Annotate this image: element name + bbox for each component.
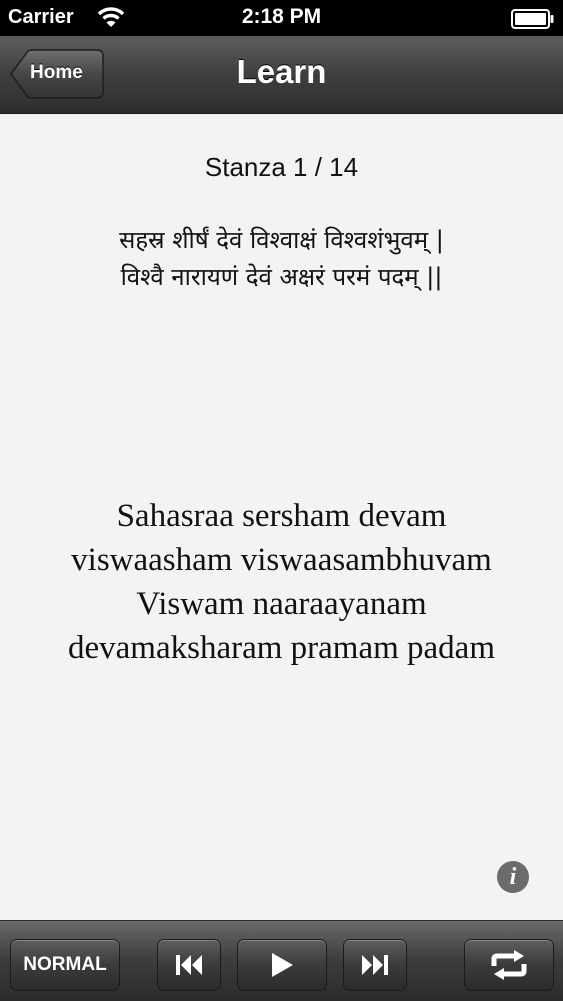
playback-toolbar: NORMAL bbox=[0, 920, 563, 1001]
page-title: Learn bbox=[236, 53, 327, 90]
battery-icon bbox=[511, 9, 555, 29]
play-button[interactable] bbox=[237, 939, 327, 991]
mode-button-label: NORMAL bbox=[23, 954, 107, 975]
skip-forward-icon bbox=[362, 955, 388, 975]
sanskrit-line: विश्वै नारायणं देवं अक्षरं परमं पदम् || bbox=[120, 263, 443, 291]
sanskrit-line: सहस्र शीर्षं देवं विश्वाक्षं विश्वशंभुवम… bbox=[119, 226, 444, 254]
sanskrit-verse: सहस्र शीर्षं देवं विश्वाक्षं विश्वशंभुवम… bbox=[0, 222, 563, 296]
previous-stanza-button[interactable] bbox=[157, 939, 221, 991]
stanza-counter: Stanza 1 / 14 bbox=[204, 152, 359, 182]
navigation-bar: Home Learn bbox=[0, 36, 563, 114]
repeat-button[interactable] bbox=[464, 939, 554, 991]
transliteration-line: Sahasraa sersham devam bbox=[116, 498, 447, 534]
transliteration-line: viswaasham viswaasambhuvam bbox=[71, 542, 492, 578]
repeat-icon bbox=[491, 950, 527, 980]
status-bar: Carrier 2:18 PM bbox=[0, 0, 563, 36]
play-icon bbox=[272, 953, 293, 977]
next-stanza-button[interactable] bbox=[343, 939, 407, 991]
info-icon[interactable]: i bbox=[497, 861, 529, 893]
transliteration-verse: Sahasraa sersham devam viswaasham viswaa… bbox=[0, 494, 563, 670]
status-time: 2:18 PM bbox=[241, 5, 322, 28]
stanza-view: Stanza 1 / 14 सहस्र शीर्षं देवं विश्वाक्… bbox=[0, 114, 563, 920]
transliteration-line: devamaksharam pramam padam bbox=[68, 630, 495, 666]
transliteration-line: Viswam naaraayanam bbox=[136, 586, 427, 622]
skip-back-icon bbox=[176, 955, 202, 975]
mode-button[interactable]: NORMAL bbox=[10, 939, 120, 991]
